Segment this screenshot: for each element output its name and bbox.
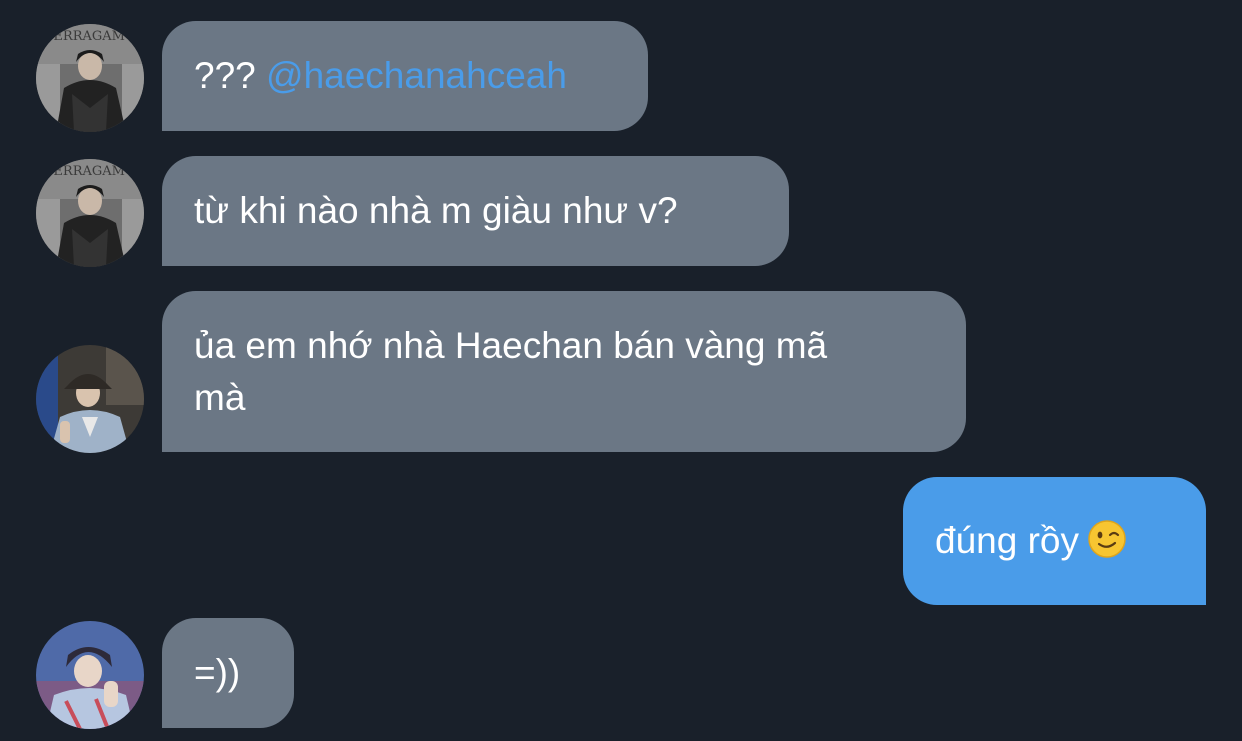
avatar-signage-text: FERRAGAMO (44, 29, 135, 44)
message-bubble-outgoing[interactable]: đúng rồy (903, 477, 1206, 605)
message-bubble-incoming[interactable]: ủa em nhớ nhà Haechan bán vàng mã mà (162, 291, 966, 452)
avatar[interactable]: FERRAGAMO (36, 159, 144, 267)
avatar[interactable] (36, 345, 144, 453)
message-text-line: ủa em nhớ nhà Haechan bán vàng mã (194, 324, 828, 366)
avatar-photo (36, 621, 144, 729)
user-mention-link[interactable]: @haechanahceah (266, 55, 567, 96)
message-bubble-incoming[interactable]: ??? @haechanahceah (162, 21, 648, 131)
message-text-line: mà (194, 376, 246, 418)
message-text: =)) (194, 652, 241, 693)
avatar[interactable] (36, 621, 144, 729)
message-text: ??? @haechanahceah (194, 55, 567, 96)
avatar-photo (36, 345, 144, 453)
winking-face-icon (1087, 519, 1127, 559)
avatar-signage-text: FERRAGAMO (44, 164, 135, 179)
conversation-view: FERRAGAMO ??? @haechanahceah FERRAGAMO t… (0, 0, 1242, 741)
message-text: đúng rồy (935, 515, 1174, 567)
avatar-photo: FERRAGAMO (36, 159, 144, 267)
message-text: từ khi nào nhà m giàu như v? (194, 190, 678, 231)
avatar-photo: FERRAGAMO (36, 24, 144, 132)
message-bubble-incoming[interactable]: từ khi nào nhà m giàu như v? (162, 156, 789, 266)
avatar[interactable]: FERRAGAMO (36, 24, 144, 132)
message-bubble-incoming[interactable]: =)) (162, 618, 294, 728)
